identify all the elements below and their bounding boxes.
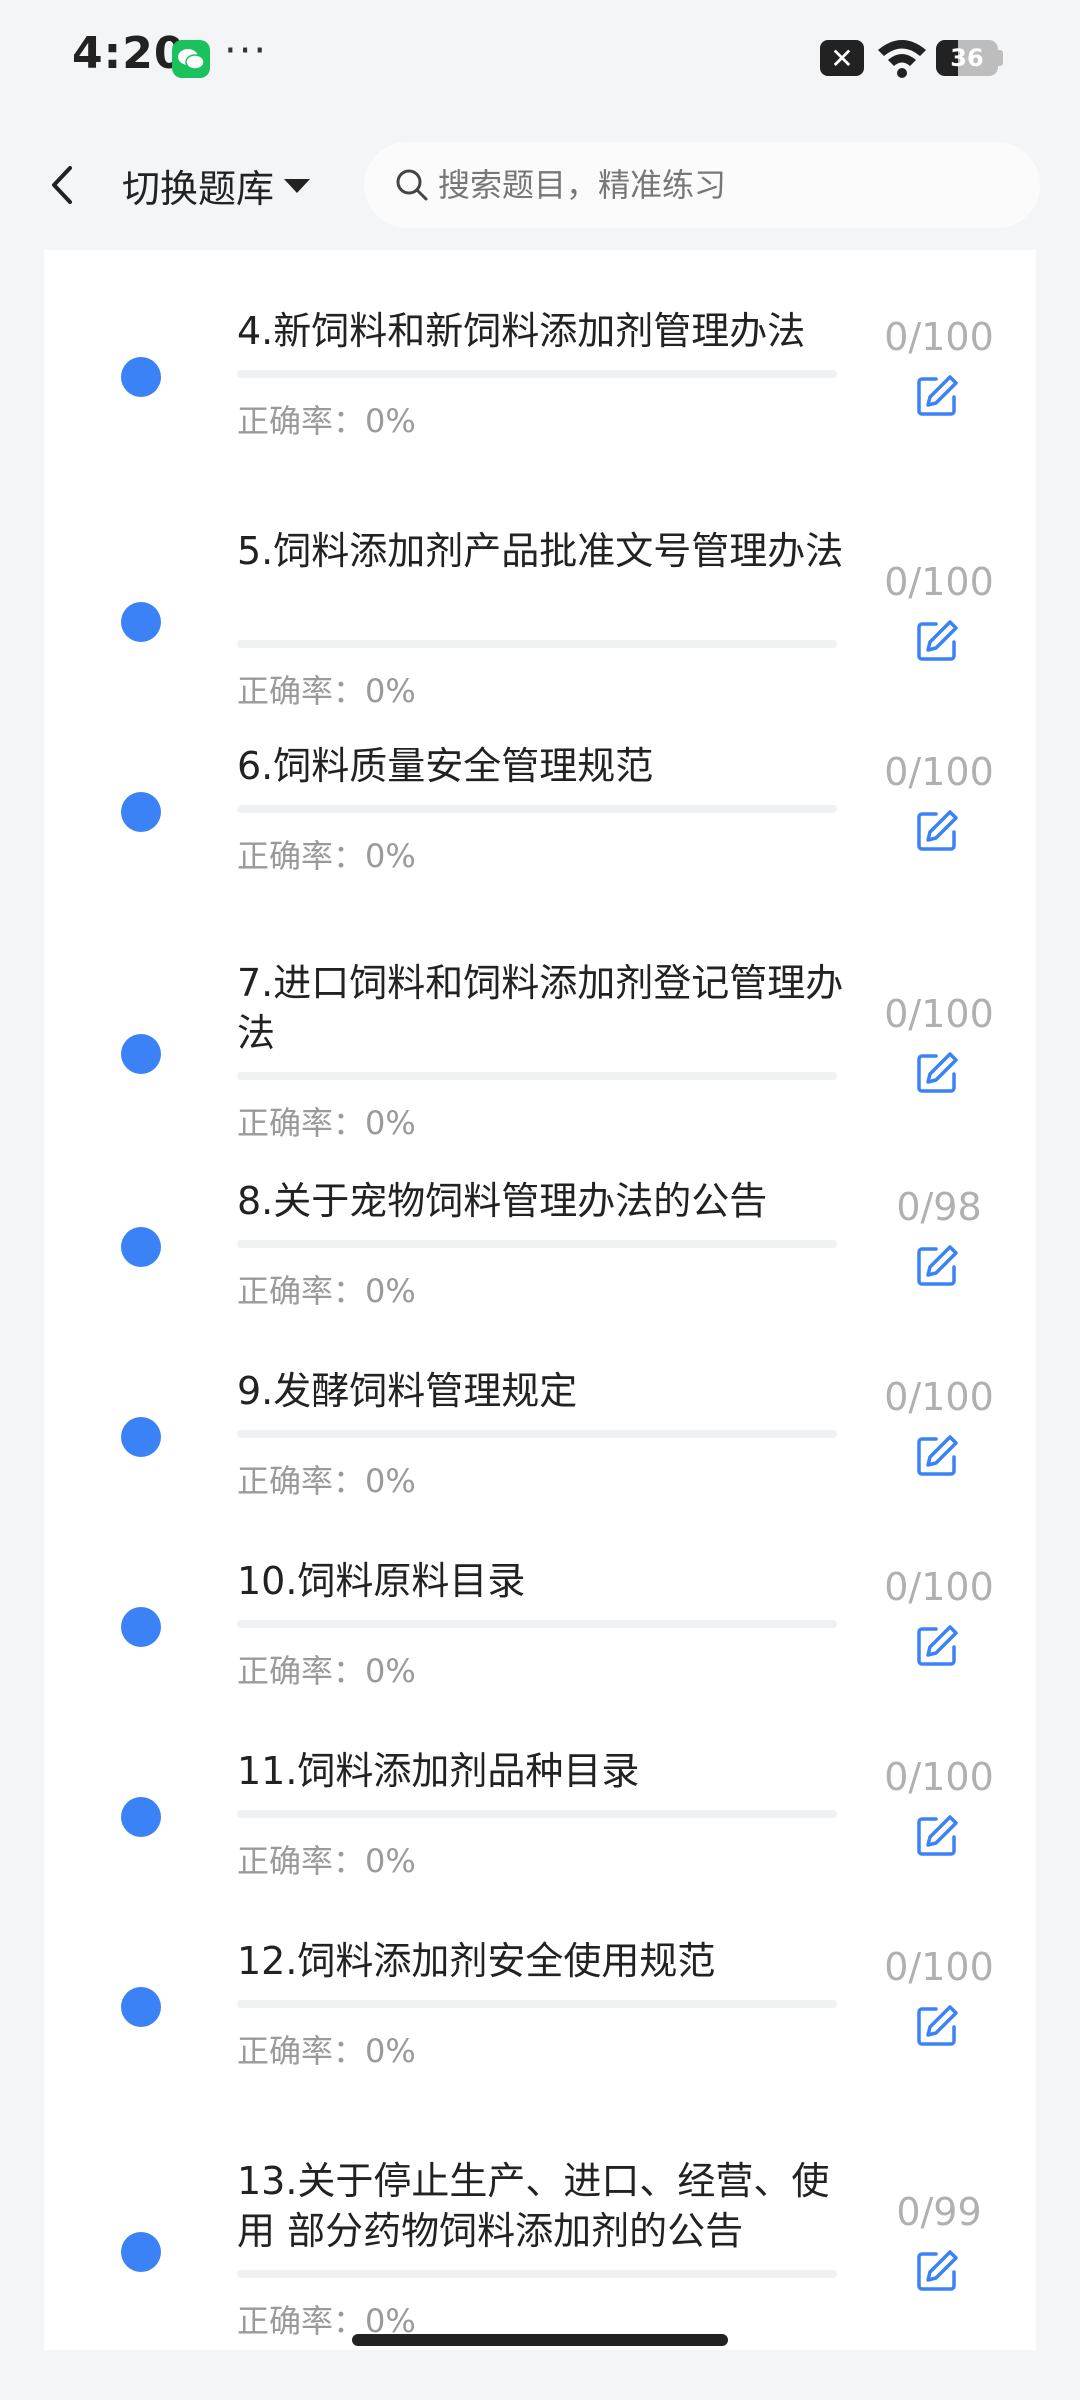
status-dot xyxy=(121,792,161,832)
edit-icon[interactable] xyxy=(914,373,960,419)
answered-count: 0/99 xyxy=(896,2190,982,2234)
accuracy-label: 正确率：0% xyxy=(237,1652,416,1690)
answered-count: 0/100 xyxy=(884,315,994,359)
list-item[interactable]: 9.发酵饲料管理规定正确率：0% 0/100 xyxy=(44,1310,1036,1506)
status-bar: 4:20 ··· ✕ 36 xyxy=(0,0,1080,120)
wifi-icon xyxy=(878,40,926,78)
question-bank-list: 4.新饲料和新饲料添加剂管理办法 正确率：0% 0/100 5.饲料添加剂产品批准文号… xyxy=(44,250,1036,2350)
sim-off-icon: ✕ xyxy=(820,40,864,76)
progress-track xyxy=(237,2000,837,2008)
status-dot xyxy=(121,1227,161,1267)
list-item[interactable]: 13.关于停止生产、进口、经营、使用 部分药物饲料添加剂的公告 正确率：0% 0/9… xyxy=(44,2100,1036,2346)
answered-count: 0/100 xyxy=(884,1945,994,1989)
answered-count: 0/100 xyxy=(884,750,994,794)
accuracy-label: 正确率：0% xyxy=(237,1842,416,1880)
list-item[interactable]: 11.饲料添加剂品种目录正确率：0% 0/100 xyxy=(44,1690,1036,1886)
progress-track xyxy=(237,2270,837,2278)
caret-down-icon xyxy=(284,178,311,193)
list-item[interactable]: 12.饲料添加剂安全使用规范正确率：0% 0/100 xyxy=(44,1880,1036,2076)
answered-count: 0/100 xyxy=(884,992,994,1036)
search-icon xyxy=(396,169,428,201)
progress-track xyxy=(237,640,837,648)
status-dot xyxy=(121,1607,161,1647)
status-dot xyxy=(121,1034,161,1074)
bank-title: 8.关于宠物饲料管理办法的公告 xyxy=(237,1179,768,1223)
list-item[interactable]: 4.新饲料和新饲料添加剂管理办法正确率：0% 0/100 xyxy=(44,250,1036,446)
search-bar[interactable] xyxy=(364,142,1040,228)
edit-icon[interactable] xyxy=(914,1813,960,1859)
status-dot xyxy=(121,1987,161,2027)
answered-count: 0/100 xyxy=(884,1565,994,1609)
list-item[interactable]: 10.饲料原料目录正确率：0% 0/100 xyxy=(44,1500,1036,1696)
list-item[interactable]: 8.关于宠物饲料管理办法的公告正确率：0% 0/98 xyxy=(44,1120,1036,1316)
bank-title: 5.饲料添加剂产品批准文号管理办法 xyxy=(237,529,844,573)
bank-title: 6.饲料质量安全管理规范 xyxy=(237,744,654,788)
bank-title: 10.饲料原料目录 xyxy=(237,1559,526,1603)
bank-title: 4.新饲料和新饲料添加剂管理办法 xyxy=(237,309,806,353)
edit-icon[interactable] xyxy=(914,808,960,854)
switch-question-bank-label: 切换题库 xyxy=(122,167,275,211)
progress-track xyxy=(237,1072,837,1080)
bank-title: 12.饲料添加剂安全使用规范 xyxy=(237,1939,716,1983)
progress-track xyxy=(237,805,837,813)
answered-count: 0/100 xyxy=(884,560,994,604)
edit-icon[interactable] xyxy=(914,1623,960,1669)
list-item[interactable]: 5.饲料添加剂产品批准文号管理办法 正确率：0% 0/100 xyxy=(44,470,1036,716)
edit-icon[interactable] xyxy=(914,2248,960,2294)
more-notifications-icon: ··· xyxy=(224,28,269,74)
edit-icon[interactable] xyxy=(914,618,960,664)
home-indicator[interactable] xyxy=(352,2334,728,2346)
progress-track xyxy=(237,370,837,378)
bank-title: 13.关于停止生产、进口、经营、使用 部分药物饲料添加剂的公告 xyxy=(237,2159,830,2253)
accuracy-label: 正确率：0% xyxy=(237,402,416,440)
list-item[interactable]: 7.进口饲料和饲料添加剂登记管理办 法正确率：0% 0/100 xyxy=(44,902,1036,1148)
progress-track xyxy=(237,1620,837,1628)
status-dot xyxy=(121,1417,161,1457)
battery-icon: 36 xyxy=(936,40,998,76)
search-input[interactable] xyxy=(436,165,1000,205)
progress-track xyxy=(237,1240,837,1248)
status-dot xyxy=(121,602,161,642)
edit-icon[interactable] xyxy=(914,2003,960,2049)
accuracy-label: 正确率：0% xyxy=(237,2032,416,2070)
progress-track xyxy=(237,1810,837,1818)
back-arrow-icon[interactable] xyxy=(42,160,82,210)
battery-tip xyxy=(998,50,1003,66)
switch-question-bank-button[interactable]: 切换题库 xyxy=(122,158,311,213)
answered-count: 0/100 xyxy=(884,1755,994,1799)
bank-title: 9.发酵饲料管理规定 xyxy=(237,1369,578,1413)
wechat-icon xyxy=(172,40,210,78)
list-item[interactable]: 6.饲料质量安全管理规范正确率：0% 0/100 xyxy=(44,685,1036,881)
top-bar: 切换题库 xyxy=(0,120,1080,250)
status-dot xyxy=(121,2232,161,2272)
bank-title: 11.饲料添加剂品种目录 xyxy=(237,1749,640,1793)
accuracy-label: 正确率：0% xyxy=(237,1462,416,1500)
accuracy-label: 正确率：0% xyxy=(237,1272,416,1310)
accuracy-label: 正确率：0% xyxy=(237,837,416,875)
edit-icon[interactable] xyxy=(914,1433,960,1479)
edit-icon[interactable] xyxy=(914,1243,960,1289)
status-dot xyxy=(121,357,161,397)
bank-title: 7.进口饲料和饲料添加剂登记管理办 法 xyxy=(237,961,844,1055)
battery-level: 36 xyxy=(950,44,984,72)
clock: 4:20 xyxy=(72,28,186,79)
answered-count: 0/98 xyxy=(896,1185,982,1229)
status-dot xyxy=(121,1797,161,1837)
progress-track xyxy=(237,1430,837,1438)
edit-icon[interactable] xyxy=(914,1050,960,1096)
answered-count: 0/100 xyxy=(884,1375,994,1419)
